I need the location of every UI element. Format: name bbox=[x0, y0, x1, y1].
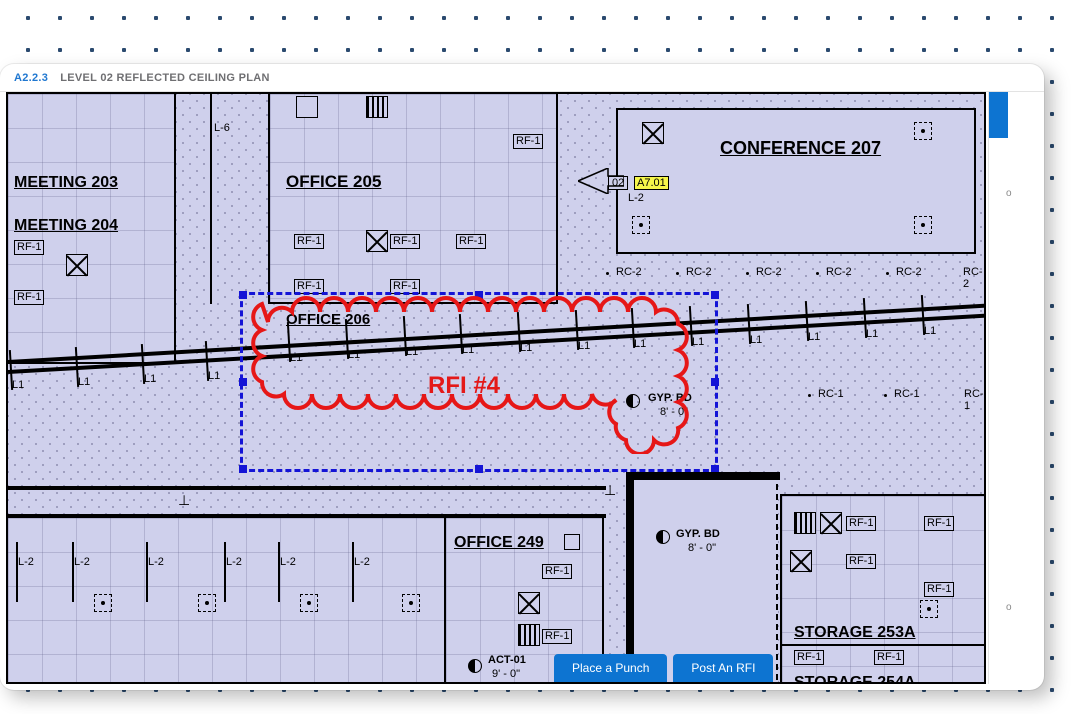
tag-rf1-s5: RF-1 bbox=[794, 650, 824, 665]
tag-rf1-s6: RF-1 bbox=[874, 650, 904, 665]
act01-dim: 9' - 0" bbox=[492, 668, 520, 680]
label-conference-207: CONFERENCE 207 bbox=[720, 138, 881, 159]
tag-rf1-c: RF-1 bbox=[294, 234, 324, 249]
sheet-title: LEVEL 02 REFLECTED CEILING PLAN bbox=[60, 72, 270, 84]
fixture-x-s2 bbox=[790, 550, 812, 572]
tag-rf1-s1: RF-1 bbox=[846, 516, 876, 531]
sheet-code[interactable]: A2.2.3 bbox=[14, 72, 48, 84]
rc-box-5 bbox=[198, 594, 216, 612]
fixture-x-1 bbox=[66, 254, 88, 276]
action-button-bar: Place a Punch Post An RFI bbox=[554, 654, 773, 682]
tag-rf1-249b: RF-1 bbox=[542, 629, 572, 644]
tag-rf1-249a: RF-1 bbox=[542, 564, 572, 579]
l2-e: L-2 bbox=[280, 556, 296, 568]
l2-c: L-2 bbox=[148, 556, 164, 568]
tag-rf1-a: RF-1 bbox=[14, 240, 44, 255]
rc2-1: RC-2 bbox=[616, 266, 642, 278]
column-1 bbox=[210, 94, 212, 304]
l1-n: L1 bbox=[808, 331, 820, 343]
rc-box-3 bbox=[914, 216, 932, 234]
right-sidebar: o o bbox=[988, 92, 1008, 684]
arrow-icon bbox=[578, 168, 624, 194]
drawing-viewer-window: A2.2.3 LEVEL 02 REFLECTED CEILING PLAN o… bbox=[0, 64, 1044, 690]
gyp-bd-2: GYP. BD bbox=[676, 528, 720, 540]
fixture-sq-1 bbox=[296, 96, 318, 118]
rc2-3: RC-2 bbox=[756, 266, 782, 278]
l2-a: L-2 bbox=[18, 556, 34, 568]
l1-o: L1 bbox=[866, 328, 878, 340]
rc-box-4 bbox=[94, 594, 112, 612]
tag-rf1-s2: RF-1 bbox=[924, 516, 954, 531]
fixture-x-249 bbox=[518, 592, 540, 614]
label-storage-253a: STORAGE 253A bbox=[794, 624, 916, 642]
fixture-x-2 bbox=[366, 230, 388, 252]
fixture-x-3 bbox=[642, 122, 664, 144]
floor-plan-canvas[interactable]: MEETING 203 MEETING 204 RF-1 RF-1 L-6 OF… bbox=[6, 92, 986, 684]
sidebar-stub-1[interactable]: o bbox=[1006, 188, 1026, 199]
label-meeting-204: MEETING 204 bbox=[14, 217, 118, 235]
fixture-sq-249 bbox=[564, 534, 580, 550]
room-gypbd-box bbox=[628, 474, 778, 684]
tag-rf1-s3: RF-1 bbox=[846, 554, 876, 569]
label-storage-254a: STORAGE 254A bbox=[794, 674, 916, 684]
rc-box-7 bbox=[402, 594, 420, 612]
l1-c: L1 bbox=[144, 373, 156, 385]
tag-l6: L-6 bbox=[214, 122, 230, 134]
lower-corridor-top bbox=[8, 486, 606, 490]
gyp-dim-2: 8' - 0" bbox=[688, 542, 716, 554]
label-office-249: OFFICE 249 bbox=[454, 534, 544, 552]
l2-d: L-2 bbox=[226, 556, 242, 568]
room-office-205 bbox=[268, 92, 558, 304]
rc2-6: RC-2 bbox=[963, 266, 984, 290]
tag-rf1-e: RF-1 bbox=[456, 234, 486, 249]
l2-f: L-2 bbox=[354, 556, 370, 568]
tag-rf1-d: RF-1 bbox=[390, 234, 420, 249]
rc-box-2 bbox=[632, 216, 650, 234]
label-meeting-203: MEETING 203 bbox=[14, 174, 118, 192]
fixture-hatch-1 bbox=[366, 96, 388, 118]
rc1-1: RC-1 bbox=[818, 388, 844, 400]
rc1-2: RC-1 bbox=[894, 388, 920, 400]
sidebar-stub-2[interactable]: o bbox=[1006, 602, 1026, 613]
tag-rf1-s4: RF-1 bbox=[924, 582, 954, 597]
act-symbol bbox=[468, 659, 482, 673]
l1-p: L1 bbox=[924, 325, 936, 337]
rc2-2: RC-2 bbox=[686, 266, 712, 278]
l1-m: L1 bbox=[750, 334, 762, 346]
label-office-205: OFFICE 205 bbox=[286, 172, 381, 192]
fixture-x-s1 bbox=[820, 512, 842, 534]
l1-b: L1 bbox=[78, 376, 90, 388]
rc1-3: RC-1 bbox=[964, 388, 984, 412]
drawing-header: A2.2.3 LEVEL 02 REFLECTED CEILING PLAN bbox=[0, 64, 1044, 92]
place-punch-button[interactable]: Place a Punch bbox=[554, 654, 667, 682]
l1-d: L1 bbox=[208, 370, 220, 382]
rc2-4: RC-2 bbox=[826, 266, 852, 278]
rc-box-6 bbox=[300, 594, 318, 612]
sidebar-accent bbox=[989, 92, 1008, 138]
rc2-5: RC-2 bbox=[896, 266, 922, 278]
gyp-symbol-2 bbox=[656, 530, 670, 544]
l2-b: L-2 bbox=[74, 556, 90, 568]
act01-label: ACT-01 bbox=[488, 654, 526, 666]
tag-rf1-b: RF-1 bbox=[14, 290, 44, 305]
ref-a701-highlight[interactable]: A7.01 bbox=[634, 176, 669, 190]
rfi-label: RFI #4 bbox=[428, 372, 500, 400]
tag-rf1-h: RF-1 bbox=[513, 134, 543, 149]
tag-l2-conf: L-2 bbox=[628, 192, 644, 204]
post-rfi-button[interactable]: Post An RFI bbox=[673, 654, 773, 682]
l1-a: L1 bbox=[12, 379, 24, 391]
rc-box-1 bbox=[914, 122, 932, 140]
rc-box-s1 bbox=[920, 600, 938, 618]
fixture-hatch-s1 bbox=[794, 512, 816, 534]
fixture-hatch-249 bbox=[518, 624, 540, 646]
